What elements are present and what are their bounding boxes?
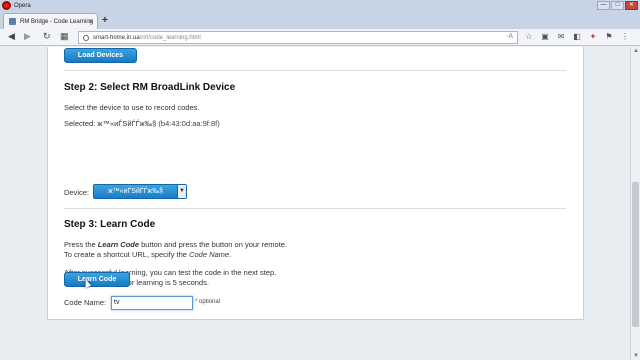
chevron-down-icon[interactable]: ▼	[177, 185, 186, 198]
maximize-button[interactable]: □	[611, 1, 624, 10]
extension-5-icon[interactable]: ⚑	[604, 32, 614, 42]
minimize-button[interactable]: —	[597, 1, 610, 10]
menu-icon[interactable]: ⋮	[620, 32, 630, 42]
favicon-icon	[9, 18, 16, 25]
site-info-icon[interactable]	[83, 34, 89, 41]
extension-1-icon[interactable]: ▣	[540, 32, 550, 42]
learn-code-button[interactable]: Learn Code	[64, 272, 130, 287]
browser-toolbar: ◀ ▶ ↻ ▦ smart-home.in.ua/rm/code_learnin…	[0, 29, 640, 46]
forward-icon[interactable]: ▶	[24, 31, 31, 42]
app-name: Opera	[14, 2, 31, 9]
selected-label: Selected:	[64, 119, 96, 128]
device-select[interactable]: ж™«иЃЅйЃЃж‰§ ▼	[93, 184, 187, 199]
url-text[interactable]: smart-home.in.ua/rm/code_learning.html	[93, 35, 201, 41]
translate-badge[interactable]: -A	[506, 33, 513, 40]
step3-line2: To create a shortcut URL, specify the Co…	[64, 250, 232, 259]
page-viewport: Load Devices Step 2: Select RM BroadLink…	[0, 47, 630, 360]
step3-line1: Press the Learn Code button and press th…	[64, 240, 288, 249]
load-devices-button[interactable]: Load Devices	[64, 48, 137, 63]
speed-dial-icon[interactable]: ▦	[60, 31, 69, 42]
bookmark-star-icon[interactable]: ☆	[524, 32, 534, 42]
optional-note: * optional	[195, 299, 221, 305]
tab-title: RM Bridge - Code Learning	[20, 18, 94, 25]
section-divider	[64, 70, 566, 71]
step2-heading: Step 2: Select RM BroadLink Device	[64, 82, 236, 93]
opera-logo-icon[interactable]	[2, 1, 11, 10]
new-tab-button[interactable]: +	[102, 15, 108, 26]
scroll-up-icon[interactable]: ▲	[633, 48, 639, 54]
extension-2-icon[interactable]: ✉	[556, 32, 566, 42]
close-window-button[interactable]: ✕	[625, 1, 638, 10]
code-name-label: Code Name:	[64, 298, 107, 307]
extension-3-icon[interactable]: ◧	[572, 32, 582, 42]
section-divider	[64, 208, 566, 209]
tab-bar: RM Bridge - Code Learning × +	[0, 11, 640, 29]
back-icon[interactable]: ◀	[8, 31, 15, 42]
step2-instruction: Select the device to use to record codes…	[64, 103, 200, 112]
window-controls: — □ ✕	[597, 1, 638, 10]
tab-close-icon[interactable]: ×	[88, 17, 93, 26]
code-name-input[interactable]: tv	[111, 296, 193, 310]
scroll-down-icon[interactable]: ▼	[633, 353, 639, 359]
vertical-scrollbar[interactable]: ▲ ▼	[630, 47, 640, 360]
tab-rm-bridge[interactable]: RM Bridge - Code Learning ×	[3, 13, 98, 29]
step3-heading: Step 3: Learn Code	[64, 219, 156, 230]
address-bar[interactable]: smart-home.in.ua/rm/code_learning.html -…	[78, 31, 518, 44]
selected-device-mac: (b4:43:0d:aa:9f:8f)	[158, 119, 220, 128]
device-select-value: ж™«иЃЅйЃЃж‰§	[108, 188, 164, 195]
scrollbar-thumb[interactable]	[632, 182, 639, 327]
selected-device-line: Selected: ж™«иЃЅйЃЃж‰§ (b4:43:0d:aa:9f:8…	[64, 119, 220, 129]
selected-device-name: ж™«иЃЅйЃЃж‰§	[97, 119, 157, 128]
device-label: Device:	[64, 188, 90, 197]
extension-4-icon[interactable]: ✦	[588, 32, 598, 42]
reload-icon[interactable]: ↻	[43, 31, 51, 42]
window-titlebar: Opera — □ ✕	[0, 0, 640, 11]
